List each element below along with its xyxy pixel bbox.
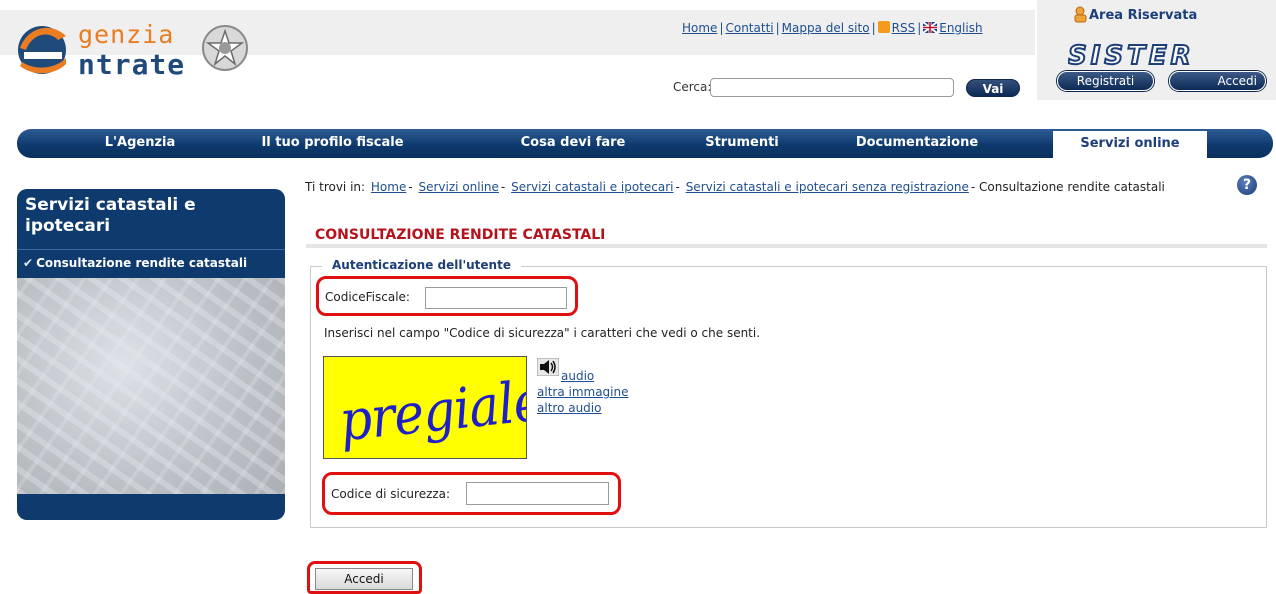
highlight-codice-sicurezza xyxy=(322,472,621,515)
user-lock-icon xyxy=(1074,6,1087,23)
registrati-button[interactable]: Registrati xyxy=(1057,71,1154,91)
separator: | xyxy=(775,21,780,35)
sidebar-title: Servizi catastali e ipotecari xyxy=(25,195,196,236)
separator: | xyxy=(917,21,922,35)
sidebar-item-consultazione[interactable]: ✔ Consultazione rendite catastali xyxy=(17,249,285,277)
captcha-image: pregiale xyxy=(323,356,527,459)
logo-a-icon xyxy=(18,26,66,74)
breadcrumb-separator: - xyxy=(408,180,413,194)
page-title: CONSULTAZIONE RENDITE CATASTALI xyxy=(315,227,606,243)
logo-text-agenzia: genzia xyxy=(78,20,175,49)
checkmark-icon: ✔ xyxy=(23,256,34,270)
separator: | xyxy=(719,21,724,35)
separator: | xyxy=(871,21,876,35)
fieldset-legend: Autenticazione dell'utente xyxy=(322,258,521,272)
captcha-instructions: Inserisci nel campo "Codice di sicurezza… xyxy=(324,326,761,340)
rss-icon xyxy=(877,21,890,33)
sister-logo: SISTER xyxy=(1068,40,1195,68)
agenzia-entrate-logo[interactable]: genzia ntrate xyxy=(14,18,254,88)
english-link[interactable]: English xyxy=(939,21,982,35)
breadcrumb-separator: - xyxy=(500,180,506,194)
captcha-text: pregiale xyxy=(336,368,527,455)
area-riservata-title: Area Riservata xyxy=(1089,8,1198,23)
altro-audio-link[interactable]: altro audio xyxy=(537,401,601,415)
nav-item-cosa-devi-fare[interactable]: Cosa devi fare xyxy=(513,129,633,158)
breadcrumb-home[interactable]: Home xyxy=(371,180,406,194)
breadcrumb-prefix: Ti trovi in: xyxy=(305,180,366,194)
breadcrumb-senza-registrazione[interactable]: Servizi catastali e ipotecari senza regi… xyxy=(686,180,969,194)
breadcrumb-current: Consultazione rendite catastali xyxy=(979,180,1165,194)
search-input[interactable] xyxy=(710,78,954,97)
breadcrumb-servizi-online[interactable]: Servizi online xyxy=(419,180,499,194)
nav-item-profilo-fiscale[interactable]: Il tuo profilo fiscale xyxy=(255,129,410,158)
sidebar: Servizi catastali e ipotecari ✔ Consultaz… xyxy=(17,189,285,520)
breadcrumb-servizi-catastali[interactable]: Servizi catastali e ipotecari xyxy=(511,180,673,194)
highlight-codice-fiscale xyxy=(316,276,578,316)
highlight-accedi xyxy=(307,561,422,594)
speaker-icon[interactable] xyxy=(537,358,559,376)
nav-item-documentazione[interactable]: Documentazione xyxy=(847,129,987,158)
altra-immagine-link[interactable]: altra immagine xyxy=(537,385,629,399)
accedi-top-button[interactable]: Accedi xyxy=(1169,71,1266,91)
nav-item-servizi-online[interactable]: Servizi online xyxy=(1053,131,1207,158)
search-label: Cerca: xyxy=(673,80,712,94)
breadcrumb-separator: - xyxy=(970,180,976,194)
logo-text-entrate: ntrate xyxy=(78,48,186,81)
search-button[interactable]: Vai xyxy=(966,79,1020,97)
home-link[interactable]: Home xyxy=(682,21,717,35)
rss-link[interactable]: RSS xyxy=(892,21,916,35)
sidebar-item-label: Consultazione rendite catastali xyxy=(36,256,248,270)
breadcrumb-separator: - xyxy=(675,180,680,194)
sidebar-aerial-map-image xyxy=(17,278,285,494)
mappa-link[interactable]: Mappa del sito xyxy=(782,21,870,35)
nav-item-agenzia[interactable]: L'Agenzia xyxy=(85,129,195,158)
uk-flag-icon xyxy=(923,22,938,33)
top-links: Home | Contatti | Mappa del sito | RSS | English xyxy=(682,21,983,35)
sister-logo-text: SISTER xyxy=(1068,41,1195,68)
republic-emblem-icon xyxy=(202,25,248,71)
title-divider xyxy=(306,244,1267,248)
breadcrumb: Ti trovi in: Home - Servizi online - Servi… xyxy=(305,180,1205,195)
contatti-link[interactable]: Contatti xyxy=(725,21,773,35)
audio-link[interactable]: audio xyxy=(561,369,594,383)
help-icon[interactable]: ? xyxy=(1237,175,1257,195)
nav-item-strumenti[interactable]: Strumenti xyxy=(692,129,792,158)
